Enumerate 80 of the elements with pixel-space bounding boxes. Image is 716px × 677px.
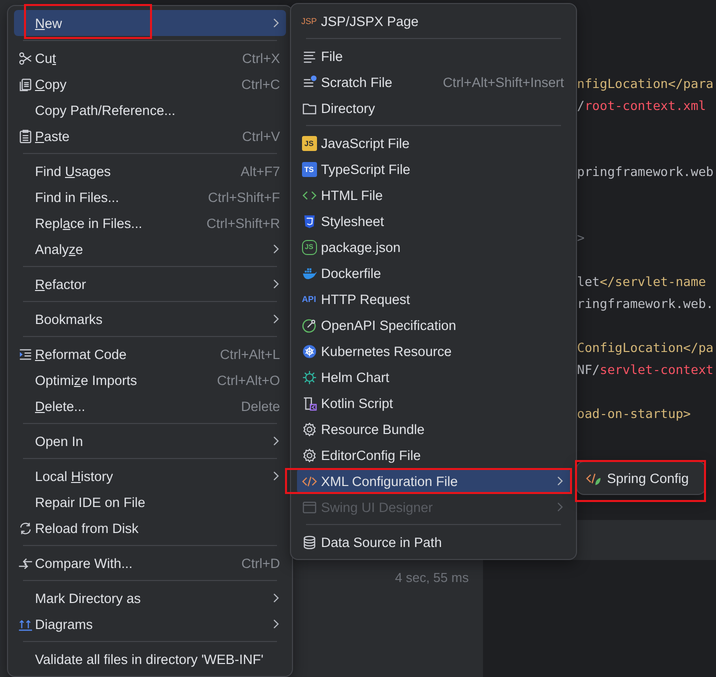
menu-item[interactable]: Refactor [14,271,286,297]
menu-item[interactable]: Paste Ctrl+V [14,123,286,149]
menu-item[interactable]: Copy Path/Reference... [14,97,286,123]
scissors-icon [18,50,32,66]
menu-item[interactable]: Replace in Files... Ctrl+Shift+R [14,210,286,236]
scratch-file-icon [302,74,316,90]
menu-item[interactable]: Open In [14,428,286,454]
shortcut-text: Ctrl+Shift+F [208,190,280,204]
menu-item[interactable]: OpenAPI Specification [297,312,570,338]
file-lines-icon [302,48,316,64]
gear-icon [302,448,316,462]
menu-item[interactable]: Stylesheet [297,208,570,234]
gear-icon [302,422,316,436]
shortcut-text: Ctrl+Alt+O [216,372,280,388]
shortcut-text: Ctrl+X [242,50,280,66]
code-line: pringframework.web [577,164,714,179]
menu-item[interactable]: HTML File [297,182,570,208]
menu-item[interactable]: Diagrams [14,611,286,637]
code-line: nfigLocation</para [577,76,714,91]
code-line: > [577,230,585,245]
code-line: /root-context.xml [577,98,706,113]
menu-item[interactable]: Local History [14,463,286,489]
menu-item[interactable]: Directory [297,95,570,121]
menu-item[interactable]: Helm Chart [297,364,570,390]
script-scroll-icon [302,396,316,410]
compare-arrows-icon [18,556,32,570]
shortcut-text: Ctrl+Alt+Shift+Insert [442,74,564,90]
menu-item[interactable]: Kotlin Script [297,390,570,416]
jsp-file-icon: JSP [301,14,317,28]
menu-item[interactable]: File [297,43,570,69]
wheel-icon [302,344,316,358]
menu-item[interactable]: Delete... Delete [14,393,286,419]
menu-item[interactable]: Copy Ctrl+C [14,71,286,97]
menu-item[interactable]: Analyze [14,236,286,262]
shortcut-text: Ctrl+V [242,128,280,144]
code-line: let</servlet-name [577,274,706,289]
code-line: NF/servlet-context [577,362,714,377]
window-icon [302,500,316,514]
shortcut-text: Ctrl+Shift+R [206,216,280,230]
code-line: oad-on-startup> [577,406,691,421]
shortcut-text: Delete [240,398,280,414]
code-line: ConfigLocation</pa [577,340,714,355]
shortcut-text: Ctrl+Alt+L [220,346,280,362]
refresh-icon [18,520,32,536]
copy-icon [18,76,32,92]
shortcut-text: Ctrl+C [241,76,280,92]
menu-item[interactable]: API HTTP Request [297,286,570,312]
gauge-circle-icon [302,318,316,332]
menu-item[interactable]: New [14,10,286,36]
menu-item[interactable]: Find in Files... Ctrl+Shift+F [14,184,286,210]
folder-icon [302,100,316,116]
menu-item[interactable]: Find Usages Alt+F7 [14,158,286,184]
menu-item[interactable]: Bookmarks [14,306,286,332]
menu-item[interactable]: Optimize Imports Ctrl+Alt+O [14,367,286,393]
code-line: ringframework.web. [577,296,714,311]
api-icon: API [300,292,318,306]
helm-wheel-icon [302,370,316,384]
menu-item[interactable]: Reformat Code Ctrl+Alt+L [14,341,286,367]
menu-item[interactable]: Spring Config [583,465,699,491]
menu-item[interactable]: Compare With... Ctrl+D [14,550,286,576]
menu-item[interactable]: Data Source in Path [297,529,570,555]
menu-item[interactable]: Kubernetes Resource [297,338,570,364]
css-shield-icon [302,214,316,228]
menu-item[interactable]: Mark Directory as [14,585,286,611]
menu-item[interactable]: JSP JSP/JSPX Page [297,8,570,34]
duration-text: 4 sec, 55 ms [395,570,469,585]
whale-icon [302,266,316,280]
menu-item[interactable]: Validate all files in directory 'WEB-INF' [14,646,286,672]
database-icon [302,534,316,550]
menu-item[interactable]: Resource Bundle [297,416,570,442]
menu-item[interactable]: Scratch File Ctrl+Alt+Shift+Insert [297,69,570,95]
menu-item[interactable]: EditorConfig File [297,442,570,468]
menu-item[interactable]: Repair IDE on File [14,489,286,515]
shortcut-text: Alt+F7 [240,164,280,178]
shortcut-text: Ctrl+D [241,556,280,570]
menu-item[interactable]: Cut Ctrl+X [14,45,286,71]
menu-item[interactable]: Dockerfile [297,260,570,286]
menu-item[interactable]: Reload from Disk [14,515,286,541]
clipboard-icon [18,128,32,144]
indent-lines-icon [18,346,32,362]
